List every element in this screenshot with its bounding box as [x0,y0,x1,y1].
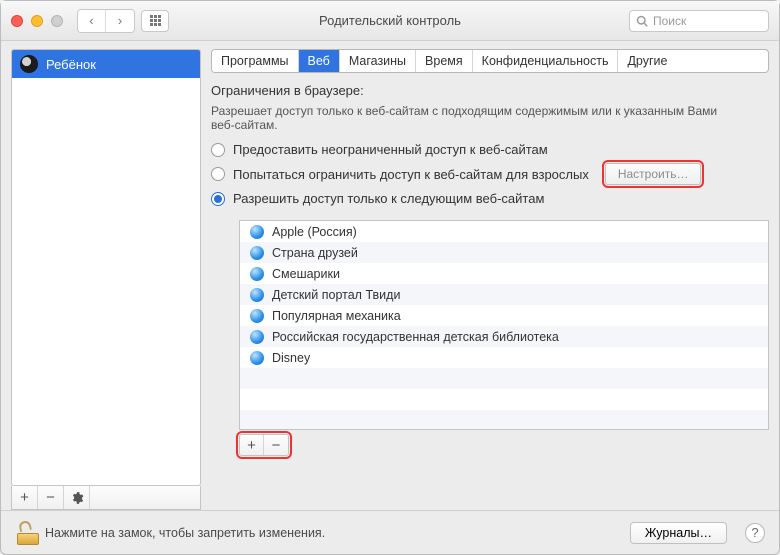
site-row[interactable]: Смешарики [240,263,768,284]
sidebar-toolbar: + − [11,486,201,510]
globe-icon [250,246,264,260]
site-row [240,368,768,389]
radio-icon [211,192,225,206]
search-field[interactable]: Поиск [629,10,769,32]
section-title: Ограничения в браузере: [211,83,769,98]
tab-other[interactable]: Другие [618,50,676,72]
globe-icon [250,225,264,239]
site-name: Детский портал Твиди [272,288,400,302]
tabbar: Программы Веб Магазины Время Конфиденциа… [211,49,769,73]
forward-button[interactable]: › [106,10,134,32]
radio-label: Разрешить доступ только к следующим веб-… [233,191,544,206]
globe-icon [250,351,264,365]
user-row[interactable]: Ребёнок [12,50,200,78]
web-access-radios: Предоставить неограниченный доступ к веб… [211,142,769,206]
back-button[interactable]: ‹ [78,10,106,32]
user-list: Ребёнок [11,49,201,486]
main-panel: Программы Веб Магазины Время Конфиденциа… [211,49,769,510]
site-row[interactable]: Детский портал Твиди [240,284,768,305]
lock-icon[interactable] [15,521,35,545]
site-row[interactable]: Disney [240,347,768,368]
site-name: Apple (Россия) [272,225,357,239]
site-row[interactable]: Страна друзей [240,242,768,263]
globe-icon [250,288,264,302]
parental-controls-window: ‹ › Родительский контроль Поиск Ребёнок … [0,0,780,555]
radio-icon [211,143,225,157]
search-placeholder: Поиск [653,14,686,28]
users-sidebar: Ребёнок + − [11,49,201,510]
grid-icon [150,15,161,26]
content-body: Ребёнок + − Программы Веб Магазины Время… [1,41,779,510]
add-remove-group: + − [239,434,289,456]
allowed-sites-list: Apple (Россия) Страна друзей Смешарики Детс… [239,220,769,430]
site-name: Disney [272,351,310,365]
radio-icon [211,167,225,181]
site-row[interactable]: Популярная механика [240,305,768,326]
lock-text: Нажмите на замок, чтобы запретить измене… [45,526,325,540]
section-desc: Разрешает доступ только к веб-сайтам с п… [211,104,731,132]
radio-unrestricted[interactable]: Предоставить неограниченный доступ к веб… [211,142,769,157]
globe-icon [250,267,264,281]
site-name: Популярная механика [272,309,401,323]
user-name: Ребёнок [46,57,96,72]
add-site-button[interactable]: + [240,435,264,455]
nav-segment: ‹ › [77,9,135,33]
journals-button[interactable]: Журналы… [630,522,727,544]
user-settings-button[interactable] [64,486,90,509]
site-row[interactable]: Российская государственная детская библи… [240,326,768,347]
site-name: Российская государственная детская библи… [272,330,559,344]
minimize-button[interactable] [31,15,43,27]
globe-icon [250,330,264,344]
traffic-lights [11,15,63,27]
gear-icon [70,491,84,505]
remove-user-button[interactable]: − [38,486,64,509]
site-row[interactable]: Apple (Россия) [240,221,768,242]
site-row [240,389,768,410]
globe-icon [250,309,264,323]
add-user-button[interactable]: + [12,486,38,509]
search-icon [636,15,648,27]
user-avatar-icon [20,55,38,73]
tab-stores[interactable]: Магазины [340,50,416,72]
tab-time[interactable]: Время [416,50,473,72]
tab-apps[interactable]: Программы [212,50,299,72]
tab-privacy[interactable]: Конфиденциальность [473,50,619,72]
sites-toolbar: + − [239,434,769,456]
radio-limit-adult[interactable]: Попытаться ограничить доступ к веб-сайта… [211,163,769,185]
close-button[interactable] [11,15,23,27]
site-name: Смешарики [272,267,340,281]
radio-allow-only[interactable]: Разрешить доступ только к следующим веб-… [211,191,769,206]
zoom-button[interactable] [51,15,63,27]
radio-label: Предоставить неограниченный доступ к веб… [233,142,548,157]
help-button[interactable]: ? [745,523,765,543]
site-name: Страна друзей [272,246,358,260]
radio-label: Попытаться ограничить доступ к веб-сайта… [233,167,589,182]
show-all-button[interactable] [141,10,169,32]
titlebar: ‹ › Родительский контроль Поиск [1,1,779,41]
site-row [240,410,768,430]
footer: Нажмите на замок, чтобы запретить измене… [1,510,779,554]
remove-site-button[interactable]: − [264,435,288,455]
configure-button[interactable]: Настроить… [605,163,702,185]
tab-web[interactable]: Веб [299,50,340,72]
